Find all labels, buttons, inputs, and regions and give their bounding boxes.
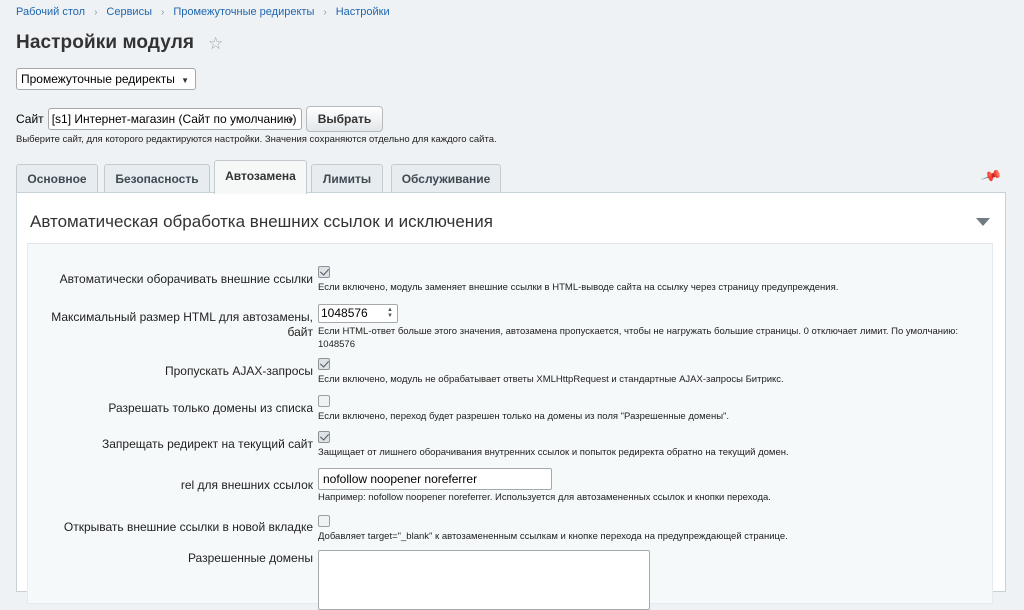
tab-autoreplace[interactable]: Автозамена [214,160,307,194]
tab-limits[interactable]: Лимиты [311,164,383,193]
setting-label: Автоматически оборачивать внешние ссылки [59,272,313,286]
setting-hint: Если включено, модуль заменяет внешние с… [318,282,839,293]
site-select[interactable]: [s1] Интернет-магазин (Сайт по умолчанию… [47,108,302,130]
setting-label: Пропускать AJAX-запросы [165,364,313,378]
setting-hint-line2: 1048576 [318,339,355,350]
breadcrumb-item-settings[interactable]: Настройки [336,6,390,18]
breadcrumb-item-desktop[interactable]: Рабочий стол [16,6,85,18]
setting-label: Разрешенные домены [187,551,313,565]
setting-label-line1: Максимальный размер HTML для автозамены, [51,310,313,324]
allow-listed-domains-checkbox[interactable] [318,395,330,407]
pin-icon[interactable]: 📌 [980,165,1003,188]
setting-hint: Если включено, переход будет разрешен то… [318,411,730,422]
breadcrumb-item-services[interactable]: Сервисы [106,6,152,18]
site-select-value: [s1] Интернет-магазин (Сайт по умолчанию… [51,112,297,126]
chevron-down-icon: ▼ [181,76,189,85]
tab-main[interactable]: Основное [16,164,98,193]
setting-label: rel для внешних ссылок [180,478,313,492]
site-row: Сайт [s1] Интернет-магазин (Сайт по умол… [16,106,384,132]
choose-site-button[interactable]: Выбрать [305,106,384,132]
section-title: Автоматическая обработка внешних ссылок … [30,212,493,231]
chevron-right-icon: › [94,7,98,18]
setting-label-line2: байт [287,325,313,339]
site-hint: Выберите сайт, для которого редактируютс… [16,134,497,145]
setting-hint: Добавляет target="_blank" к автозамененн… [318,531,788,542]
chevron-right-icon: › [323,7,327,18]
wrap-links-checkbox[interactable] [318,266,330,278]
module-select[interactable]: Промежуточные редиректы ▼ [16,68,196,90]
setting-label: Запрещать редирект на текущий сайт [101,437,313,451]
module-select-value: Промежуточные редиректы [21,72,175,86]
title-row: Настройки модуля ☆ [16,32,223,54]
setting-hint: Защищает от лишнего оборачивания внутрен… [318,447,789,458]
setting-label: Разрешать только домены из списка [108,401,313,415]
settings-form: Автоматически оборачивать внешние ссылки… [27,244,993,610]
setting-label: Открывать внешние ссылки в новой вкладке [63,520,313,534]
setting-hint: Если включено, модуль не обрабатывает от… [318,374,784,385]
setting-hint-line1: Если HTML-ответ больше этого значения, а… [318,326,959,337]
skip-ajax-checkbox[interactable] [318,358,330,370]
chevron-down-icon: ▼ [286,116,295,125]
new-tab-checkbox[interactable] [318,515,330,527]
page-title: Настройки модуля [16,32,195,53]
star-icon[interactable]: ☆ [208,35,223,52]
setting-hint: Например: nofollow noopener noreferrer. … [318,492,771,503]
max-html-size-value: 1048576 [321,306,368,320]
tab-security[interactable]: Безопасность [104,164,210,193]
breadcrumb: Рабочий стол › Сервисы › Промежуточные редир… [16,6,390,18]
chevron-right-icon: › [160,7,165,18]
rel-input[interactable]: nofollow noopener noreferrer [318,468,552,490]
section-header: Автоматическая обработка внешних ссылок … [27,201,993,244]
tab-panel: Автоматическая обработка внешних ссылок … [16,192,1006,610]
allowed-domains-textarea[interactable] [318,550,650,610]
tab-maintenance[interactable]: Обслуживание [391,164,501,193]
breadcrumb-item-redirects[interactable]: Промежуточные редиректы [173,6,314,18]
site-label: Сайт [16,112,44,126]
max-html-size-input[interactable]: 1048576 ▲ ▼ [318,304,398,323]
block-current-site-checkbox[interactable] [318,431,330,443]
rel-input-value: nofollow noopener noreferrer [323,472,478,486]
triangle-down-icon[interactable] [976,218,990,226]
stepper-icon[interactable]: ▲ ▼ [386,307,394,320]
